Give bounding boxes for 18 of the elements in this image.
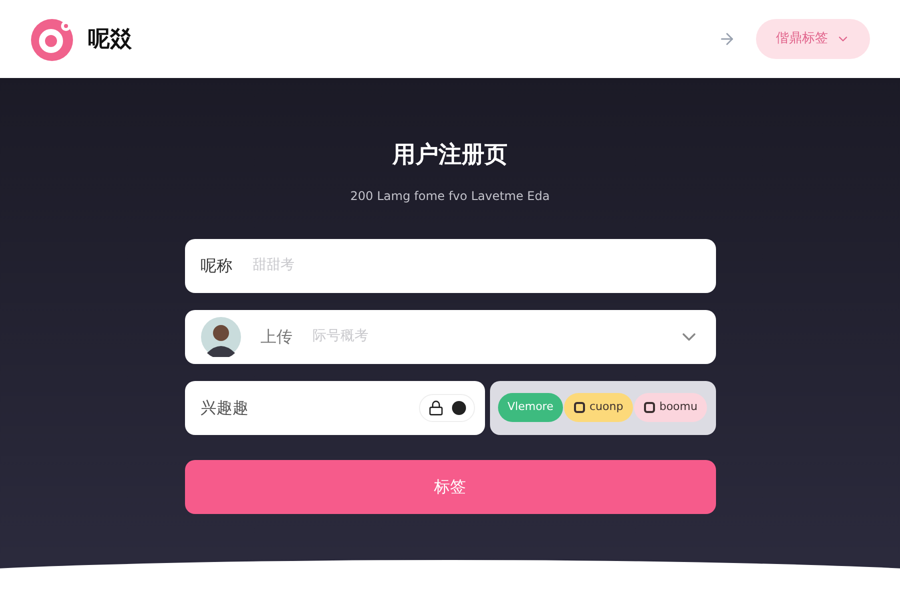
upload-label[interactable]: 上传 xyxy=(260,324,292,348)
tag-icon xyxy=(644,402,656,413)
logo-icon xyxy=(30,16,76,62)
interest-tag[interactable]: cuonp xyxy=(564,393,634,422)
arrow-icon[interactable] xyxy=(718,30,736,48)
toggle-control[interactable] xyxy=(418,394,474,422)
avatar-icon xyxy=(200,316,240,356)
language-button[interactable]: 偕鼎标签 xyxy=(756,19,870,59)
tag-icon xyxy=(574,402,586,413)
subtitle: 200 Lamg fome fvo Lavetme Eda xyxy=(350,188,550,204)
lock-icon xyxy=(428,400,444,416)
page-title: 用户注册页 xyxy=(392,141,508,170)
submit-button[interactable]: 标签 xyxy=(184,460,716,514)
brand-name: 呢㸚 xyxy=(88,26,132,54)
interest-tag[interactable]: boomu xyxy=(634,393,708,422)
field-label: 兴趣趣 xyxy=(200,396,250,418)
interest-tag[interactable]: Vlemore xyxy=(498,393,564,422)
field-label: 呢称 xyxy=(200,254,232,276)
